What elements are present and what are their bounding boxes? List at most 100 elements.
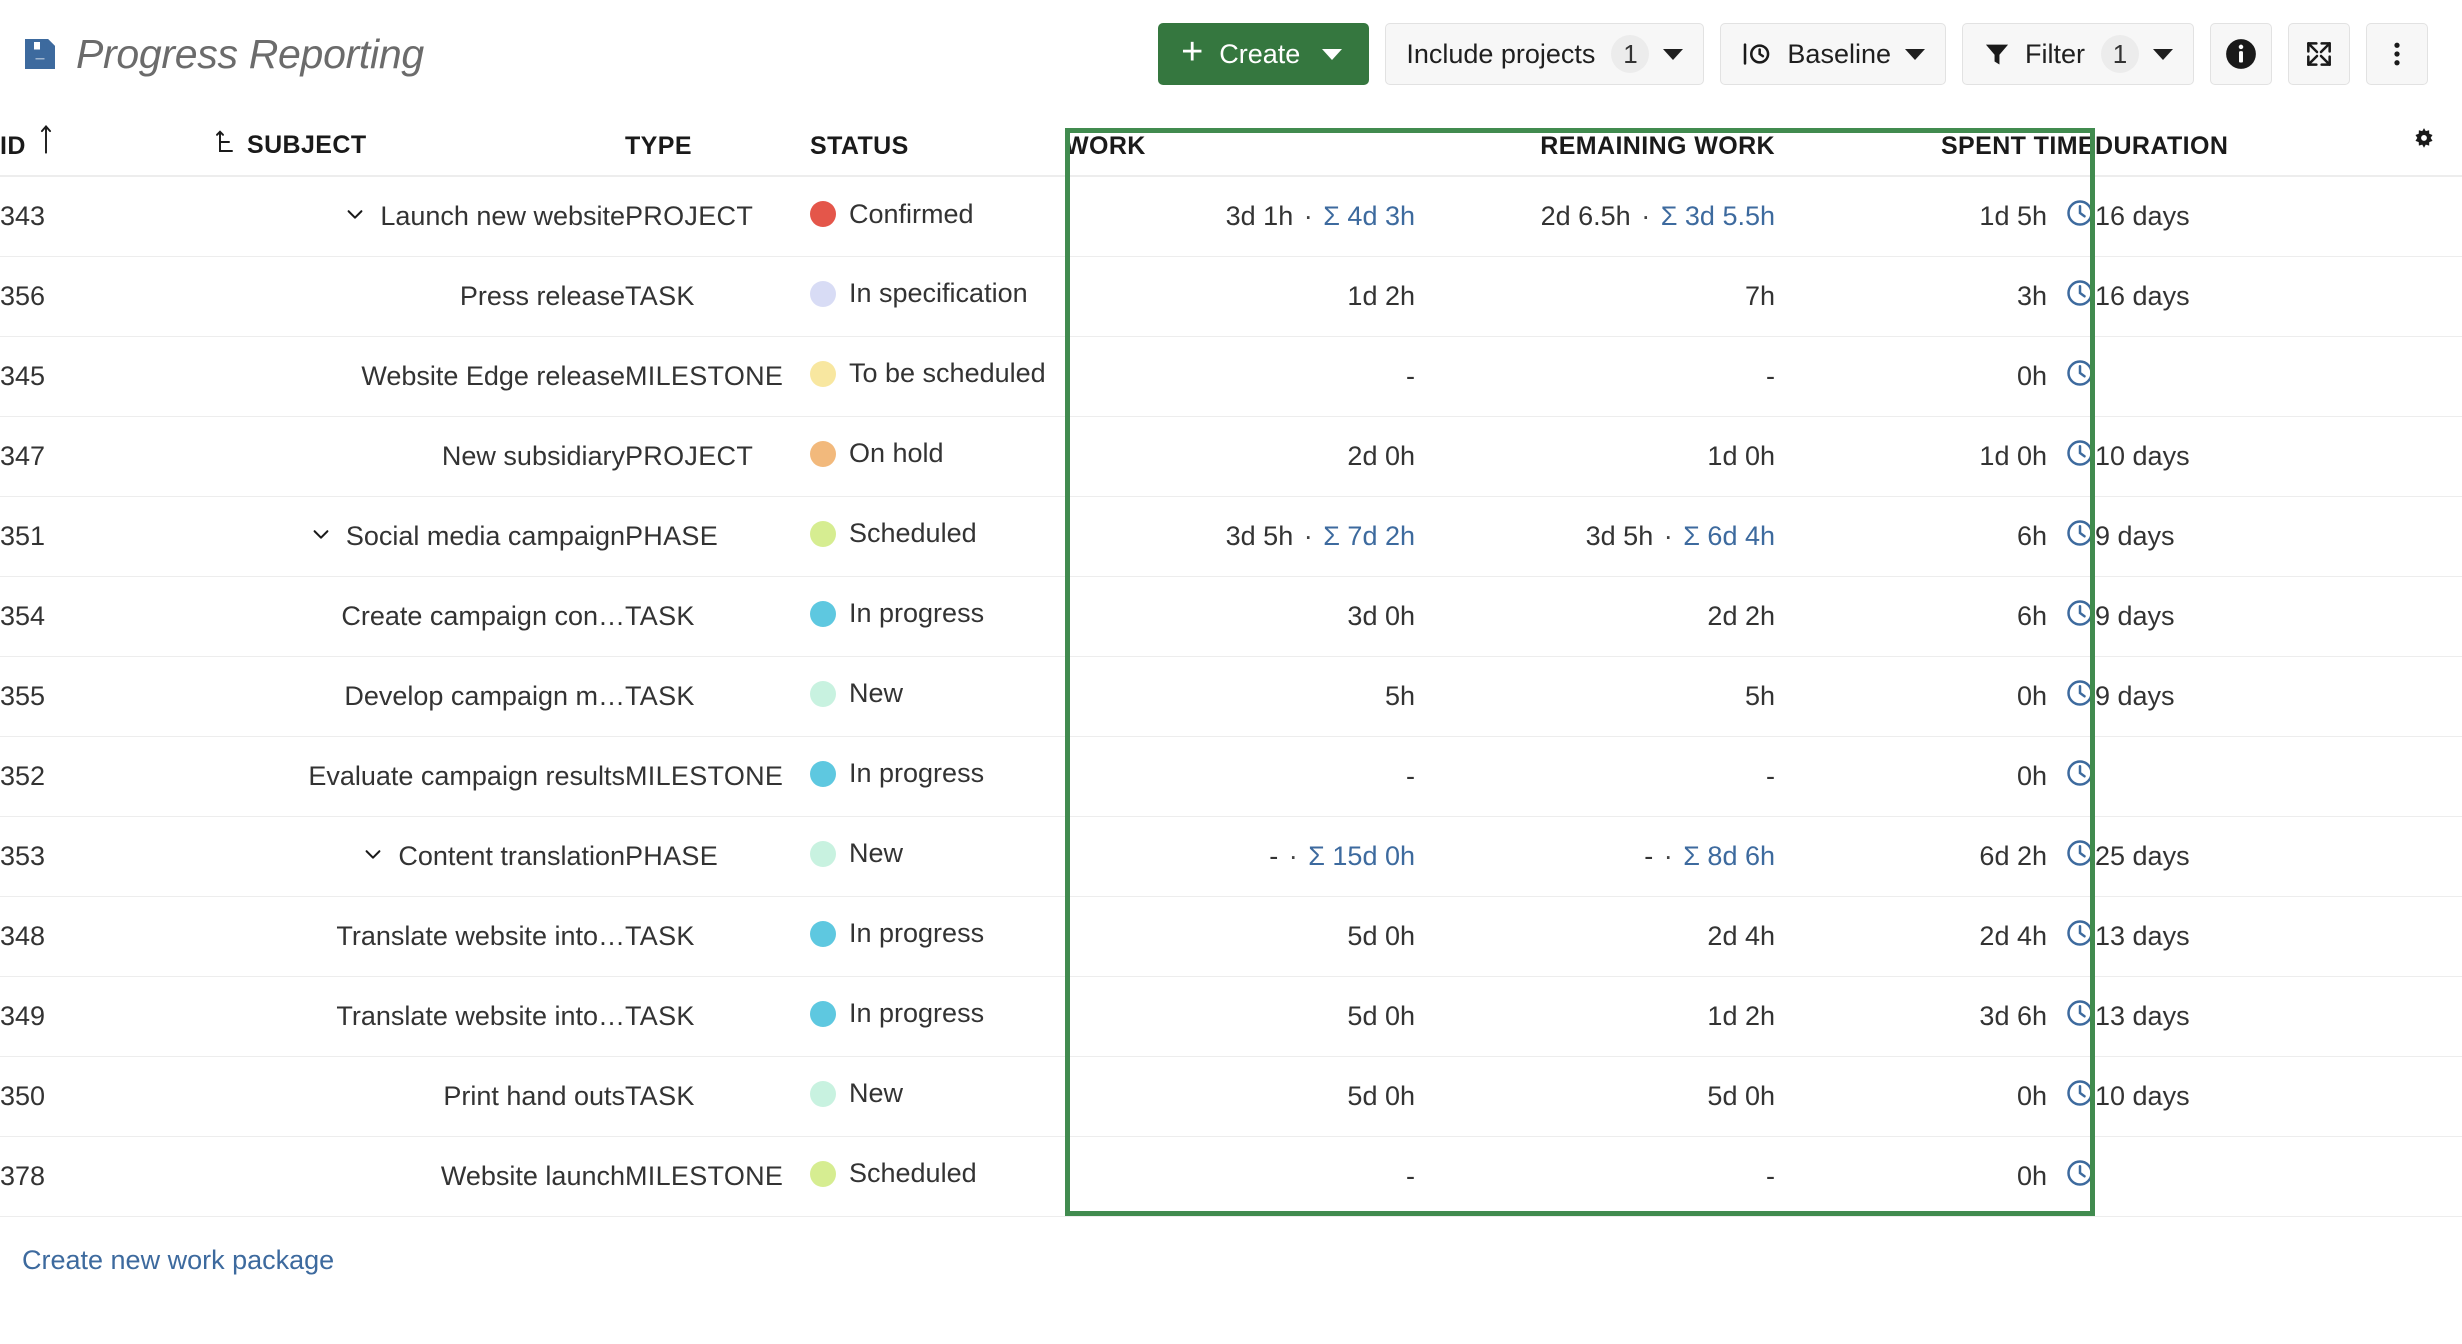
- cell-id[interactable]: 354: [0, 576, 215, 656]
- cell-subject[interactable]: Translate website into…: [215, 976, 625, 1056]
- cell-remaining-work[interactable]: -: [1415, 736, 1775, 816]
- cell-status[interactable]: New: [810, 1056, 1065, 1136]
- table-row[interactable]: 351 Social media campaign PHASE Scheduled 3d…: [0, 496, 2462, 576]
- cell-spent-time[interactable]: 3h: [1775, 256, 2095, 336]
- cell-type[interactable]: TASK: [625, 896, 810, 976]
- save-icon[interactable]: [22, 36, 58, 72]
- cell-subject[interactable]: Create campaign con…: [215, 576, 625, 656]
- create-new-work-package-link[interactable]: Create new work package: [0, 1217, 334, 1276]
- cell-status[interactable]: In progress: [810, 736, 1065, 816]
- cell-spent-time[interactable]: 6h: [1775, 576, 2095, 656]
- clock-icon[interactable]: [2065, 598, 2095, 635]
- cell-duration[interactable]: 10 days: [2095, 1056, 2385, 1136]
- table-row[interactable]: 354 Create campaign con… TASK In progress 3d…: [0, 576, 2462, 656]
- cell-remaining-work[interactable]: 3d 5h · Σ 6d 4h: [1415, 496, 1775, 576]
- clock-icon[interactable]: [2065, 918, 2095, 955]
- column-header-subject[interactable]: SUBJECT: [215, 108, 625, 177]
- clock-icon[interactable]: [2065, 1078, 2095, 1115]
- cell-spent-time[interactable]: 1d 0h: [1775, 416, 2095, 496]
- cell-type[interactable]: PROJECT: [625, 416, 810, 496]
- cell-id[interactable]: 356: [0, 256, 215, 336]
- cell-status[interactable]: In progress: [810, 576, 1065, 656]
- cell-work[interactable]: 5d 0h: [1065, 1056, 1415, 1136]
- cell-work[interactable]: 3d 5h · Σ 7d 2h: [1065, 496, 1415, 576]
- cell-spent-time[interactable]: 0h: [1775, 736, 2095, 816]
- cell-spent-time[interactable]: 0h: [1775, 336, 2095, 416]
- cell-type[interactable]: MILESTONE: [625, 1136, 810, 1216]
- column-header-spent-time[interactable]: SPENT TIME: [1775, 108, 2095, 177]
- cell-spent-time[interactable]: 1d 5h: [1775, 176, 2095, 256]
- cell-status[interactable]: In progress: [810, 976, 1065, 1056]
- table-row[interactable]: 348 Translate website into… TASK In progres…: [0, 896, 2462, 976]
- cell-work[interactable]: 5d 0h: [1065, 976, 1415, 1056]
- column-header-id[interactable]: ID: [0, 108, 215, 177]
- cell-id[interactable]: 343: [0, 176, 215, 256]
- cell-status[interactable]: On hold: [810, 416, 1065, 496]
- cell-status[interactable]: New: [810, 816, 1065, 896]
- table-row[interactable]: 353 Content translation PHASE New - · Σ 15d …: [0, 816, 2462, 896]
- table-row[interactable]: 349 Translate website into… TASK In progres…: [0, 976, 2462, 1056]
- clock-icon[interactable]: [2065, 438, 2095, 475]
- table-row[interactable]: 356 Press release TASK In specification 1d 2…: [0, 256, 2462, 336]
- cell-remaining-work[interactable]: -: [1415, 336, 1775, 416]
- cell-subject[interactable]: Press release: [215, 256, 625, 336]
- cell-duration[interactable]: [2095, 736, 2385, 816]
- cell-id[interactable]: 350: [0, 1056, 215, 1136]
- cell-remaining-work[interactable]: 5h: [1415, 656, 1775, 736]
- cell-duration[interactable]: 16 days: [2095, 176, 2385, 256]
- cell-subject[interactable]: Website launch: [215, 1136, 625, 1216]
- cell-status[interactable]: To be scheduled: [810, 336, 1065, 416]
- more-options-button[interactable]: [2366, 23, 2428, 85]
- cell-status[interactable]: Confirmed: [810, 176, 1065, 256]
- cell-remaining-work[interactable]: 5d 0h: [1415, 1056, 1775, 1136]
- cell-work[interactable]: 3d 0h: [1065, 576, 1415, 656]
- cell-spent-time[interactable]: 0h: [1775, 1056, 2095, 1136]
- cell-type[interactable]: MILESTONE: [625, 736, 810, 816]
- cell-subject[interactable]: Print hand outs: [215, 1056, 625, 1136]
- cell-spent-time[interactable]: 0h: [1775, 1136, 2095, 1216]
- column-settings-button[interactable]: [2385, 108, 2462, 177]
- cell-work[interactable]: 3d 1h · Σ 4d 3h: [1065, 176, 1415, 256]
- cell-work[interactable]: -: [1065, 336, 1415, 416]
- table-row[interactable]: 345 Website Edge release MILESTONE To be sc…: [0, 336, 2462, 416]
- hierarchy-icon[interactable]: [215, 130, 237, 161]
- cell-work[interactable]: - · Σ 15d 0h: [1065, 816, 1415, 896]
- cell-duration[interactable]: 16 days: [2095, 256, 2385, 336]
- include-projects-button[interactable]: Include projects 1: [1385, 23, 1705, 85]
- cell-id[interactable]: 347: [0, 416, 215, 496]
- info-button[interactable]: [2210, 23, 2272, 85]
- cell-id[interactable]: 351: [0, 496, 215, 576]
- table-row[interactable]: 355 Develop campaign m… TASK New 5h 5h 0h 9 day…: [0, 656, 2462, 736]
- cell-type[interactable]: MILESTONE: [625, 336, 810, 416]
- cell-type[interactable]: PHASE: [625, 496, 810, 576]
- cell-id[interactable]: 353: [0, 816, 215, 896]
- cell-subject[interactable]: Evaluate campaign results: [215, 736, 625, 816]
- cell-duration[interactable]: 9 days: [2095, 656, 2385, 736]
- cell-subject[interactable]: Launch new website: [215, 176, 625, 256]
- cell-type[interactable]: TASK: [625, 576, 810, 656]
- cell-duration[interactable]: 13 days: [2095, 896, 2385, 976]
- cell-remaining-work[interactable]: 7h: [1415, 256, 1775, 336]
- clock-icon[interactable]: [2065, 1158, 2095, 1195]
- clock-icon[interactable]: [2065, 678, 2095, 715]
- cell-status[interactable]: Scheduled: [810, 496, 1065, 576]
- cell-subject[interactable]: Social media campaign: [215, 496, 625, 576]
- clock-icon[interactable]: [2065, 838, 2095, 875]
- cell-subject[interactable]: Translate website into…: [215, 896, 625, 976]
- cell-status[interactable]: In progress: [810, 896, 1065, 976]
- cell-id[interactable]: 349: [0, 976, 215, 1056]
- create-button[interactable]: + Create: [1158, 23, 1370, 85]
- column-header-work[interactable]: WORK: [1065, 108, 1415, 177]
- cell-type[interactable]: PHASE: [625, 816, 810, 896]
- cell-duration[interactable]: [2095, 1136, 2385, 1216]
- clock-icon[interactable]: [2065, 758, 2095, 795]
- cell-remaining-work[interactable]: -: [1415, 1136, 1775, 1216]
- cell-duration[interactable]: 9 days: [2095, 576, 2385, 656]
- table-row[interactable]: 350 Print hand outs TASK New 5d 0h 5d 0h 0h 10 …: [0, 1056, 2462, 1136]
- cell-subject[interactable]: New subsidiary: [215, 416, 625, 496]
- cell-status[interactable]: New: [810, 656, 1065, 736]
- clock-icon[interactable]: [2065, 198, 2095, 235]
- clock-icon[interactable]: [2065, 998, 2095, 1035]
- cell-spent-time[interactable]: 3d 6h: [1775, 976, 2095, 1056]
- cell-status[interactable]: In specification: [810, 256, 1065, 336]
